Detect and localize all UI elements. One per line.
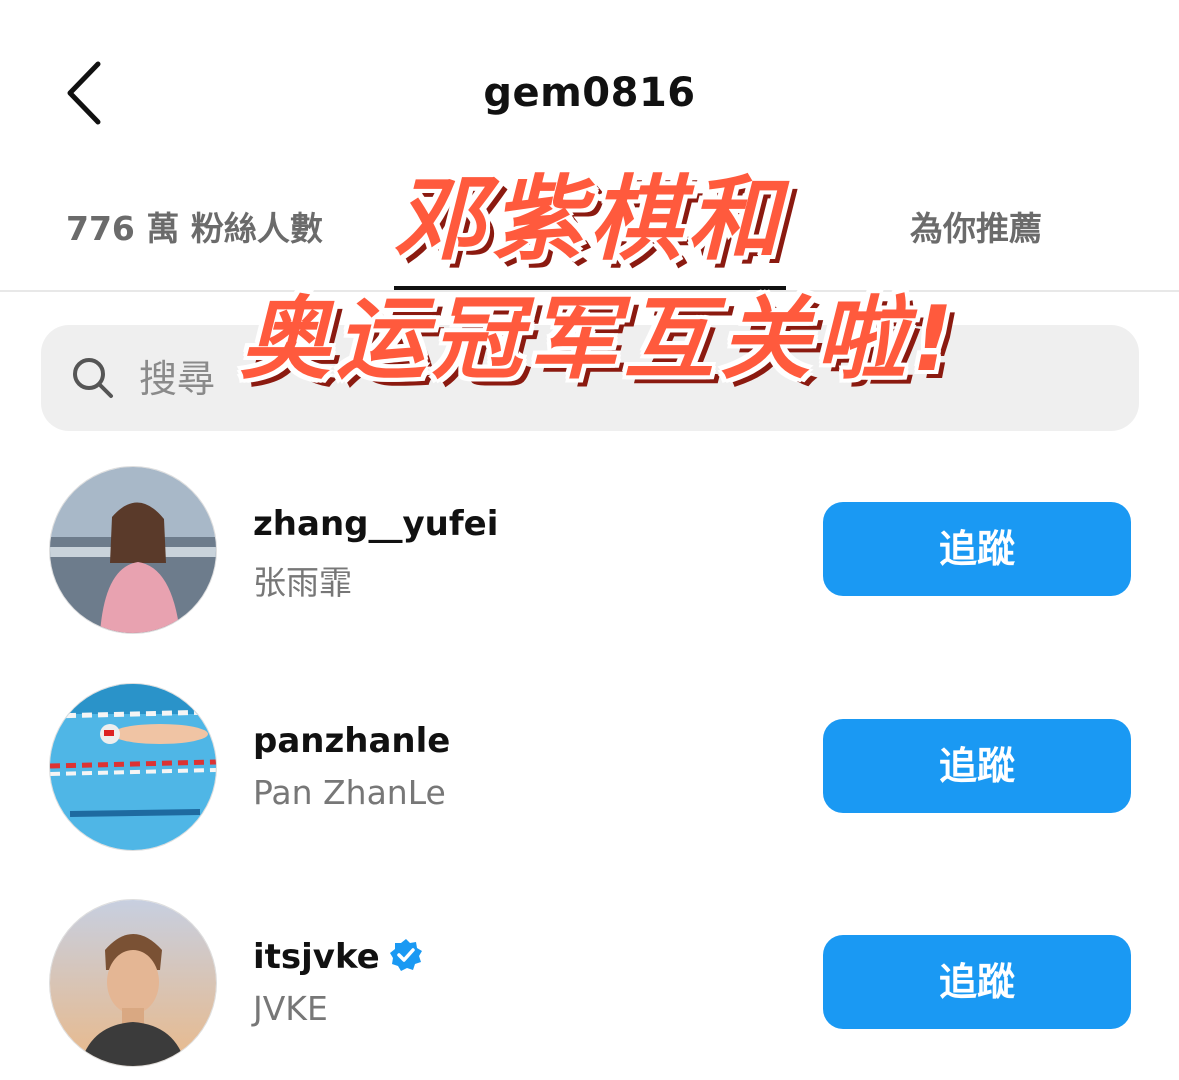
follow-button[interactable]: 追蹤 xyxy=(823,502,1131,596)
tab-bar: 776 萬 粉絲人數 1 為你推薦 xyxy=(0,190,1179,292)
full-name: 张雨霏 xyxy=(253,563,352,602)
tab-followers[interactable]: 776 萬 粉絲人數 xyxy=(66,202,323,250)
full-name: Pan ZhanLe xyxy=(253,773,446,812)
tab-suggested[interactable]: 為你推薦 xyxy=(910,202,1042,250)
avatar[interactable] xyxy=(49,683,217,851)
active-tab-indicator xyxy=(394,286,786,290)
tab-following[interactable]: 1 xyxy=(420,202,443,241)
page-title: gem0816 xyxy=(483,70,696,116)
search-bar[interactable] xyxy=(41,325,1139,431)
top-header: gem0816 xyxy=(0,0,1179,190)
full-name: JVKE xyxy=(253,989,328,1028)
follow-button[interactable]: 追蹤 xyxy=(823,935,1131,1029)
username: panzhanle xyxy=(253,721,451,761)
username: zhang__yufei xyxy=(253,504,499,544)
avatar[interactable] xyxy=(49,466,217,634)
list-item[interactable]: panzhanle Pan ZhanLe 追蹤 xyxy=(0,677,1179,857)
search-icon xyxy=(73,358,113,398)
verified-badge-icon xyxy=(389,939,422,971)
list-item[interactable]: itsjvke JVKE 追蹤 xyxy=(0,893,1179,1073)
avatar[interactable] xyxy=(49,899,217,1067)
list-item[interactable]: zhang__yufei 张雨霏 追蹤 xyxy=(0,460,1179,640)
username-text: itsjvke xyxy=(253,937,380,977)
username: itsjvke xyxy=(253,937,424,977)
search-input[interactable] xyxy=(137,349,1041,409)
follow-button[interactable]: 追蹤 xyxy=(823,719,1131,813)
